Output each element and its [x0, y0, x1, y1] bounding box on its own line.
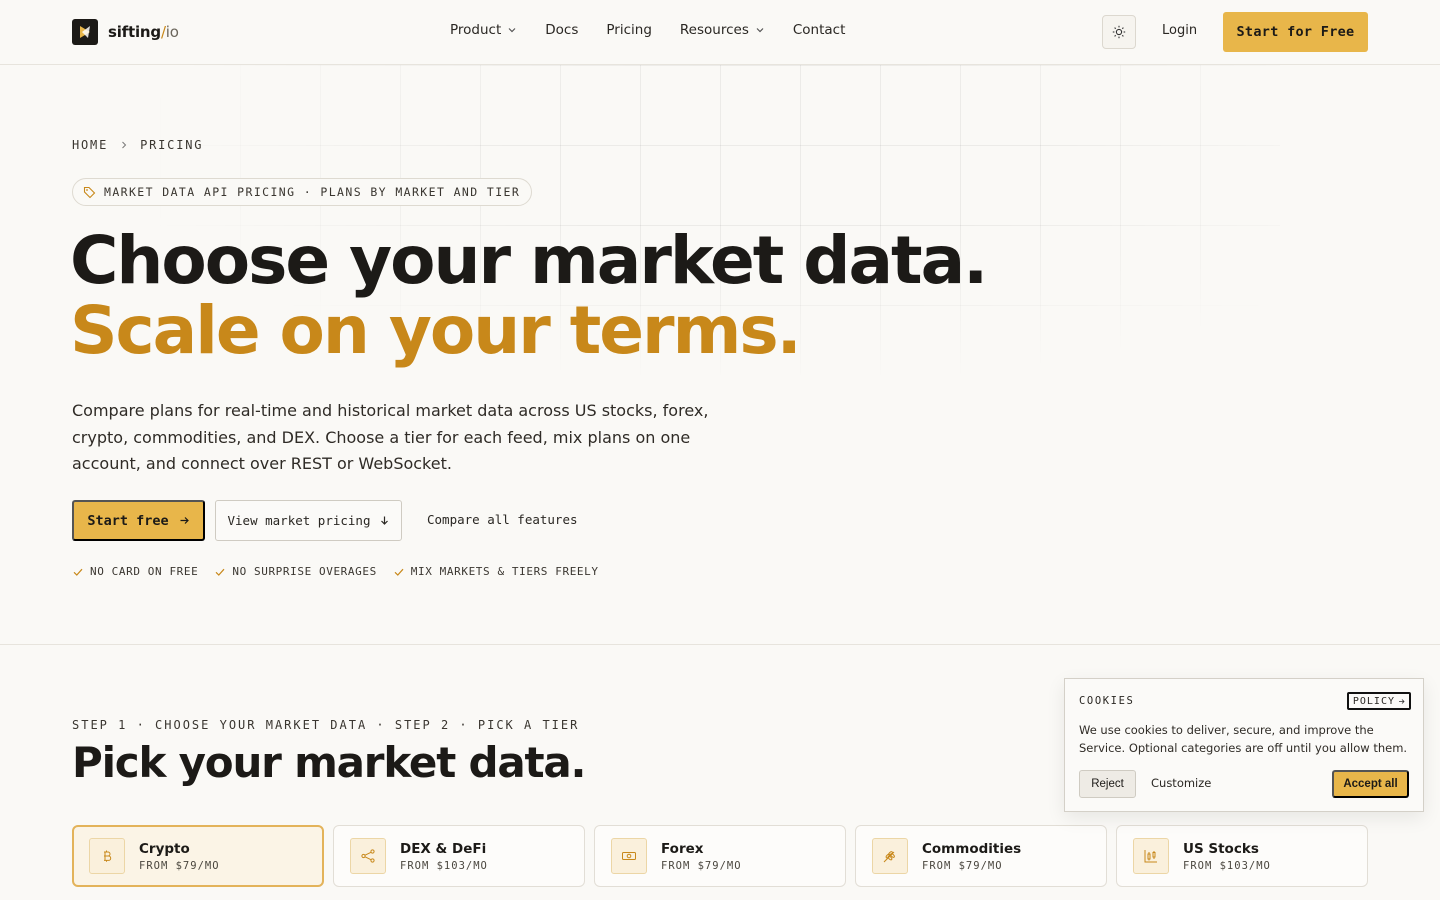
arrow-right-icon — [1399, 698, 1405, 704]
section-title: Pick your market data. — [72, 738, 586, 787]
nav-contact[interactable]: Contact — [793, 22, 846, 38]
start-for-free-button[interactable]: Start for Free — [1223, 12, 1368, 52]
page-tag-pill: MARKET DATA API PRICING · PLANS BY MARKE… — [72, 178, 533, 206]
cookie-banner: COOKIES POLICY We use cookies to deliver… — [1064, 678, 1424, 812]
cookie-customize-link[interactable]: Customize — [1151, 776, 1211, 790]
breadcrumb-pricing: PRICING — [140, 138, 204, 152]
market-price: FROM $103/MO — [400, 859, 488, 872]
check-icon — [73, 568, 83, 576]
market-card-dex[interactable]: DEX & DeFi FROM $103/MO — [333, 825, 585, 887]
compare-features-link[interactable]: Compare all features — [427, 512, 578, 527]
market-selector: Crypto FROM $79/MO DEX & DeFi FROM $103/MO… — [72, 825, 1368, 887]
market-price: FROM $103/MO — [1183, 859, 1271, 872]
check-icon — [394, 568, 404, 576]
section-divider — [0, 644, 1440, 645]
market-name: DEX & DeFi — [400, 840, 487, 857]
nav-resources-label: Resources — [679, 22, 749, 38]
arrow-down-icon — [380, 516, 388, 525]
market-price: FROM $79/MO — [922, 859, 1003, 872]
check-icon — [215, 568, 225, 576]
hero-heading-line2: Scale on your terms. — [70, 291, 802, 369]
hero-description: Compare plans for real-time and historic… — [72, 401, 709, 473]
chevron-right-icon — [122, 141, 127, 149]
market-card-commodities[interactable]: Commodities FROM $79/MO — [855, 825, 1107, 887]
nav-product-label: Product — [450, 22, 502, 38]
nav-links: Product Docs Pricing Resources Contact — [450, 22, 845, 38]
arrow-right-icon — [180, 517, 189, 524]
theme-toggle-button[interactable] — [1102, 15, 1136, 49]
hero-heading: Choose your market data. Scale on your t… — [70, 222, 988, 369]
market-name: Forex — [661, 840, 704, 857]
cookie-description: We use cookies to deliver, secure, and i… — [1079, 723, 1408, 755]
view-market-pricing-button[interactable]: View market pricing — [215, 500, 402, 541]
wheat-icon — [872, 838, 908, 874]
market-card-crypto[interactable]: Crypto FROM $79/MO — [72, 825, 324, 887]
market-price: FROM $79/MO — [139, 859, 220, 872]
market-name: US Stocks — [1183, 840, 1259, 857]
nav-docs-label: Docs — [545, 22, 579, 38]
market-name: Crypto — [139, 840, 190, 857]
candlestick-icon — [1133, 838, 1169, 874]
logo-text: sifting/io — [108, 23, 179, 41]
breadcrumb-home[interactable]: HOME — [72, 138, 108, 152]
chevron-down-icon — [756, 28, 764, 33]
brand-suffix: io — [165, 23, 179, 41]
nav-pricing-label: Pricing — [606, 22, 652, 38]
bitcoin-icon — [89, 838, 125, 874]
benefit-text: NO SURPRISE OVERAGES — [232, 565, 377, 578]
cookie-accept-button[interactable]: Accept all — [1332, 770, 1409, 798]
cookie-policy-label: POLICY — [1352, 695, 1395, 707]
benefit-item: NO CARD ON FREE — [72, 565, 198, 578]
nav-docs[interactable]: Docs — [545, 22, 578, 38]
cookie-reject-button[interactable]: Reject — [1079, 770, 1136, 798]
sun-icon — [1112, 25, 1126, 39]
banknote-icon — [611, 838, 647, 874]
login-link[interactable]: Login — [1162, 23, 1197, 38]
start-free-button[interactable]: Start free — [72, 500, 205, 541]
nav-resources[interactable]: Resources — [680, 22, 765, 38]
brand-name: sifting — [108, 23, 161, 41]
market-card-us-stocks[interactable]: US Stocks FROM $103/MO — [1116, 825, 1368, 887]
benefit-text: MIX MARKETS & TIERS FREELY — [410, 565, 599, 578]
market-name: Commodities — [922, 840, 1022, 857]
breadcrumb: HOME PRICING — [72, 138, 203, 152]
logo[interactable]: sifting/io — [72, 19, 179, 45]
nav-contact-label: Contact — [792, 22, 846, 38]
cookie-policy-link[interactable]: POLICY — [1346, 692, 1411, 710]
page-tag-text: MARKET DATA API PRICING · PLANS BY MARKE… — [104, 185, 521, 199]
benefit-item: NO SURPRISE OVERAGES — [214, 565, 376, 578]
chevron-down-icon — [508, 28, 516, 33]
nav-product[interactable]: Product — [450, 22, 517, 38]
view-market-pricing-label: View market pricing — [227, 513, 371, 528]
section-eyebrow: STEP 1 · CHOOSE YOUR MARKET DATA · STEP … — [72, 718, 580, 732]
network-icon — [350, 838, 386, 874]
hero-heading-line1: Choose your market data. — [70, 222, 988, 299]
top-nav: sifting/io Product Docs Pricing Resource… — [0, 0, 1440, 65]
market-price: FROM $79/MO — [661, 859, 742, 872]
benefit-text: NO CARD ON FREE — [90, 565, 199, 578]
logo-mark-icon — [72, 19, 98, 45]
cookie-title: COOKIES — [1079, 695, 1135, 707]
benefit-item: MIX MARKETS & TIERS FREELY — [393, 565, 599, 578]
nav-pricing[interactable]: Pricing — [606, 22, 652, 38]
hero-benefits: NO CARD ON FREE NO SURPRISE OVERAGES MIX… — [72, 565, 599, 578]
tag-icon — [83, 186, 96, 198]
market-card-forex[interactable]: Forex FROM $79/MO — [594, 825, 846, 887]
start-free-label: Start free — [87, 512, 169, 529]
